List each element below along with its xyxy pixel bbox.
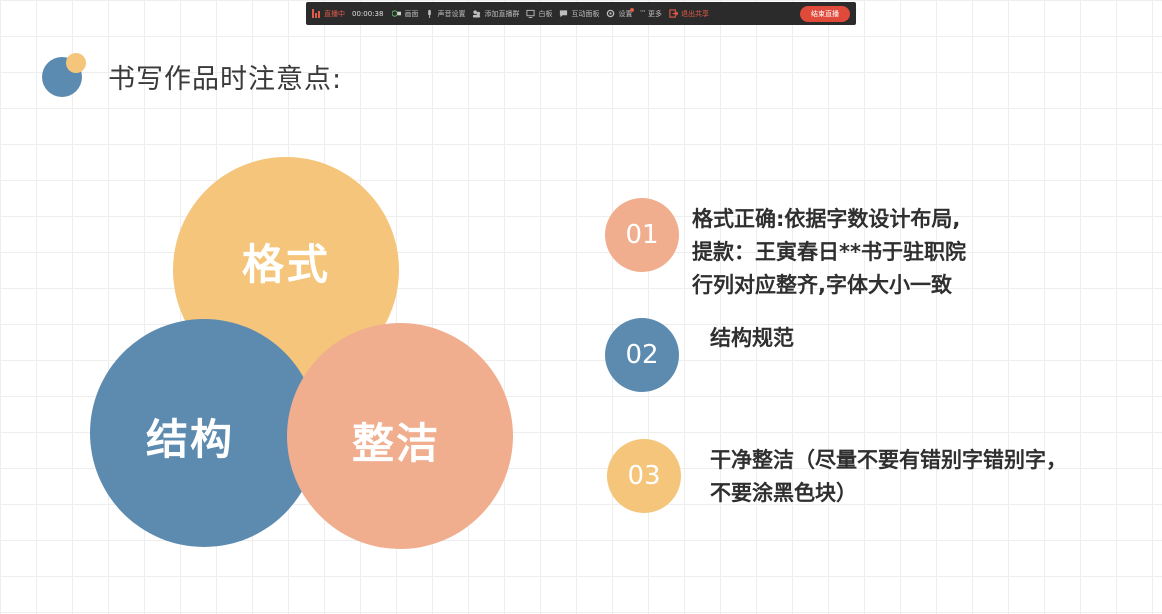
- toolbar-add-group-button[interactable]: 添加直播群: [472, 9, 519, 19]
- toolbar-audio-button[interactable]: 声音设置: [425, 9, 465, 19]
- point-3-line-2: 不要涂黑色块）: [710, 481, 857, 505]
- toolbar-settings-label: 设置: [618, 7, 635, 18]
- title-decoration-icon: [42, 53, 86, 97]
- live-bars-icon: [312, 9, 321, 18]
- circle-clean: 整洁: [287, 323, 513, 549]
- point-text-1: 格式正确:依据字数设计布局, 提款：王寅春日**书于驻职院 行列对应整齐,字体大…: [692, 203, 966, 302]
- point-1-line-2: 提款：王寅春日**书于驻职院: [692, 240, 966, 264]
- chat-icon: [560, 10, 568, 18]
- point-text-3: 干净整洁（尽量不要有错别字错别字， 不要涂黑色块）: [710, 444, 1067, 510]
- point-number-1: 01: [605, 198, 679, 272]
- gear-icon: [607, 9, 615, 18]
- toolbar-audio-label: 声音设置: [437, 9, 466, 18]
- circle-structure: 结构: [90, 319, 318, 547]
- circle-clean-label: 整洁: [351, 418, 440, 468]
- point-1-line-3: 行列对应整齐,字体大小一致: [692, 273, 952, 297]
- toolbar-whiteboard-button[interactable]: 白板: [526, 9, 552, 19]
- toolbar-screen-button[interactable]: 画面: [392, 9, 418, 19]
- toolbar-more-label: 更多: [648, 9, 663, 18]
- toolbar-screen-label: 画面: [404, 9, 419, 18]
- circle-format-label: 格式: [241, 239, 330, 289]
- circle-structure-label: 结构: [145, 414, 234, 464]
- point-3-line-1: 干净整洁（尽量不要有错别字错别字，: [710, 448, 1067, 472]
- point-number-2: 02: [605, 318, 679, 392]
- more-dots-icon: ···: [639, 7, 646, 17]
- live-toolbar: 直播中 00:00:38 画面 声音设置 添加直播群 白板 互动面板 设置 ··…: [306, 2, 856, 25]
- page-title: 书写作品时注意点:: [108, 64, 343, 95]
- exit-share-button[interactable]: 退出共享: [669, 9, 709, 19]
- toolbar-interaction-label: 互动面板: [571, 9, 600, 18]
- live-status: 直播中: [312, 9, 345, 19]
- point-number-3: 03: [607, 439, 681, 513]
- camera-icon: [392, 10, 402, 17]
- toolbar-interaction-button[interactable]: 互动面板: [559, 9, 599, 19]
- toolbar-add-group-label: 添加直播群: [484, 9, 520, 18]
- whiteboard-icon: [526, 9, 536, 18]
- exit-icon: [669, 9, 679, 18]
- toolbar-settings-button[interactable]: 设置: [606, 7, 635, 19]
- microphone-icon: [428, 9, 432, 18]
- end-live-button[interactable]: 结束直播: [800, 5, 850, 22]
- title-decoration-small-circle: [66, 53, 86, 73]
- group-icon: [473, 10, 481, 18]
- point-1-line-1: 格式正确:依据字数设计布局,: [692, 207, 961, 231]
- toolbar-whiteboard-label: 白板: [538, 9, 553, 18]
- live-status-label: 直播中: [324, 9, 345, 18]
- point-text-2: 结构规范: [710, 322, 794, 355]
- live-timer: 00:00:38: [352, 9, 384, 18]
- point-2-line-1: 结构规范: [710, 326, 794, 350]
- exit-share-label: 退出共享: [681, 9, 710, 18]
- toolbar-more-button[interactable]: ··· 更多: [639, 7, 663, 19]
